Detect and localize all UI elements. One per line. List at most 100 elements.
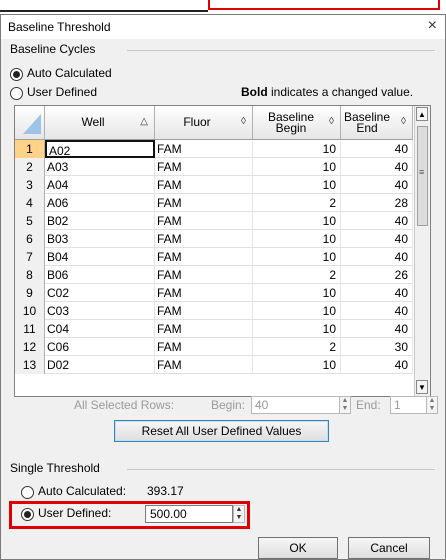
table-row[interactable]: 7 B04 FAM 10 40 — [15, 248, 413, 266]
begin-spinner[interactable]: ▲ ▼ — [339, 396, 351, 414]
cell-well[interactable]: A02 — [45, 140, 155, 158]
cancel-button[interactable]: Cancel — [348, 537, 430, 559]
close-icon[interactable]: × — [428, 17, 437, 35]
threshold-auto-value: 393.17 — [147, 484, 184, 498]
scroll-down-icon[interactable]: ▼ — [416, 380, 428, 394]
scroll-up-icon[interactable]: ▲ — [416, 107, 428, 121]
cell-well[interactable]: A04 — [45, 176, 155, 194]
table-row[interactable]: 1 A02 FAM 10 40 — [15, 140, 413, 158]
cell-baseline-end[interactable]: 40 — [341, 158, 413, 176]
cell-baseline-begin[interactable]: 2 — [253, 338, 341, 356]
cell-fluor[interactable]: FAM — [155, 338, 253, 356]
cell-baseline-end[interactable]: 40 — [341, 140, 413, 158]
baseline-auto-radio[interactable] — [10, 68, 23, 81]
cell-fluor[interactable]: FAM — [155, 140, 253, 158]
cell-well[interactable]: B03 — [45, 230, 155, 248]
baseline-user-radio[interactable] — [10, 87, 23, 100]
header-baseline-begin[interactable]: Baseline Begin ◊ — [253, 106, 341, 139]
cell-baseline-end[interactable]: 40 — [341, 302, 413, 320]
corner-cell[interactable] — [15, 106, 45, 139]
cell-fluor[interactable]: FAM — [155, 320, 253, 338]
cell-baseline-end[interactable]: 40 — [341, 176, 413, 194]
background-highlight — [208, 0, 440, 10]
end-spinner[interactable]: ▲ ▼ — [426, 396, 438, 414]
cell-fluor[interactable]: FAM — [155, 302, 253, 320]
table-row[interactable]: 5 B02 FAM 10 40 — [15, 212, 413, 230]
table-row[interactable]: 10 C03 FAM 10 40 — [15, 302, 413, 320]
table-row[interactable]: 8 B06 FAM 2 26 — [15, 266, 413, 284]
row-number: 3 — [15, 176, 45, 194]
cell-baseline-begin[interactable]: 10 — [253, 320, 341, 338]
header-fluor[interactable]: Fluor ◊ — [155, 106, 253, 139]
baseline-threshold-dialog: Baseline Threshold × Baseline Cycles Aut… — [0, 14, 446, 560]
cell-well[interactable]: C06 — [45, 338, 155, 356]
cell-baseline-begin[interactable]: 10 — [253, 140, 341, 158]
cell-fluor[interactable]: FAM — [155, 248, 253, 266]
cell-baseline-begin[interactable]: 10 — [253, 284, 341, 302]
row-number: 4 — [15, 194, 45, 212]
threshold-user-radio[interactable] — [21, 508, 34, 521]
cell-fluor[interactable]: FAM — [155, 194, 253, 212]
cell-well[interactable]: B06 — [45, 266, 155, 284]
cell-well[interactable]: C04 — [45, 320, 155, 338]
end-label: End: — [356, 398, 381, 412]
cell-fluor[interactable]: FAM — [155, 266, 253, 284]
reset-user-defined-button[interactable]: Reset All User Defined Values — [114, 420, 329, 442]
cell-baseline-begin[interactable]: 10 — [253, 230, 341, 248]
cell-baseline-begin[interactable]: 10 — [253, 212, 341, 230]
table-row[interactable]: 12 C06 FAM 2 30 — [15, 338, 413, 356]
cell-fluor[interactable]: FAM — [155, 176, 253, 194]
cell-baseline-begin[interactable]: 10 — [253, 248, 341, 266]
cell-baseline-end[interactable]: 40 — [341, 356, 413, 374]
cell-baseline-end[interactable]: 40 — [341, 212, 413, 230]
table-vertical-scrollbar[interactable]: ▲ ▼ — [414, 106, 430, 396]
cell-fluor[interactable]: FAM — [155, 158, 253, 176]
cell-well[interactable]: B04 — [45, 248, 155, 266]
cell-fluor[interactable]: FAM — [155, 230, 253, 248]
cell-baseline-begin[interactable]: 10 — [253, 158, 341, 176]
cell-baseline-begin[interactable]: 10 — [253, 176, 341, 194]
cell-baseline-begin[interactable]: 10 — [253, 356, 341, 374]
scroll-thumb[interactable] — [417, 126, 428, 226]
ok-button[interactable]: OK — [258, 537, 338, 559]
threshold-auto-label: Auto Calculated: — [38, 484, 127, 498]
cell-fluor[interactable]: FAM — [155, 356, 253, 374]
note-text: indicates a changed value. — [267, 85, 414, 99]
cell-baseline-end[interactable]: 40 — [341, 284, 413, 302]
cell-well[interactable]: D02 — [45, 356, 155, 374]
threshold-auto-radio[interactable] — [21, 486, 34, 499]
threshold-spinner[interactable]: ▲ ▼ — [233, 505, 245, 523]
threshold-user-input[interactable]: 500.00 — [145, 505, 233, 523]
table-row[interactable]: 4 A06 FAM 2 28 — [15, 194, 413, 212]
header-baseline-end[interactable]: Baseline End ◊ — [341, 106, 413, 139]
cell-well[interactable]: C02 — [45, 284, 155, 302]
cell-baseline-end[interactable]: 40 — [341, 320, 413, 338]
cell-baseline-begin[interactable]: 2 — [253, 266, 341, 284]
row-number: 1 — [15, 140, 45, 158]
selected-rows-label: All Selected Rows: — [74, 398, 175, 412]
cell-baseline-end[interactable]: 40 — [341, 248, 413, 266]
header-well[interactable]: Well △ — [45, 106, 155, 139]
cell-fluor[interactable]: FAM — [155, 284, 253, 302]
cell-baseline-end[interactable]: 26 — [341, 266, 413, 284]
table-row[interactable]: 6 B03 FAM 10 40 — [15, 230, 413, 248]
cell-well[interactable]: C03 — [45, 302, 155, 320]
cell-baseline-begin[interactable]: 10 — [253, 302, 341, 320]
row-number: 8 — [15, 266, 45, 284]
cell-well[interactable]: A06 — [45, 194, 155, 212]
begin-input[interactable]: 40 — [251, 396, 351, 414]
table-header: Well △ Fluor ◊ Baseline Begin ◊ Baseline… — [15, 106, 413, 140]
cell-fluor[interactable]: FAM — [155, 212, 253, 230]
table-row[interactable]: 13 D02 FAM 10 40 — [15, 356, 413, 374]
cell-baseline-end[interactable]: 28 — [341, 194, 413, 212]
cell-well[interactable]: B02 — [45, 212, 155, 230]
row-number: 13 — [15, 356, 45, 374]
cell-baseline-begin[interactable]: 2 — [253, 194, 341, 212]
table-row[interactable]: 3 A04 FAM 10 40 — [15, 176, 413, 194]
cell-baseline-end[interactable]: 30 — [341, 338, 413, 356]
cell-well[interactable]: A03 — [45, 158, 155, 176]
cell-baseline-end[interactable]: 40 — [341, 230, 413, 248]
table-row[interactable]: 2 A03 FAM 10 40 — [15, 158, 413, 176]
table-row[interactable]: 11 C04 FAM 10 40 — [15, 320, 413, 338]
table-row[interactable]: 9 C02 FAM 10 40 — [15, 284, 413, 302]
